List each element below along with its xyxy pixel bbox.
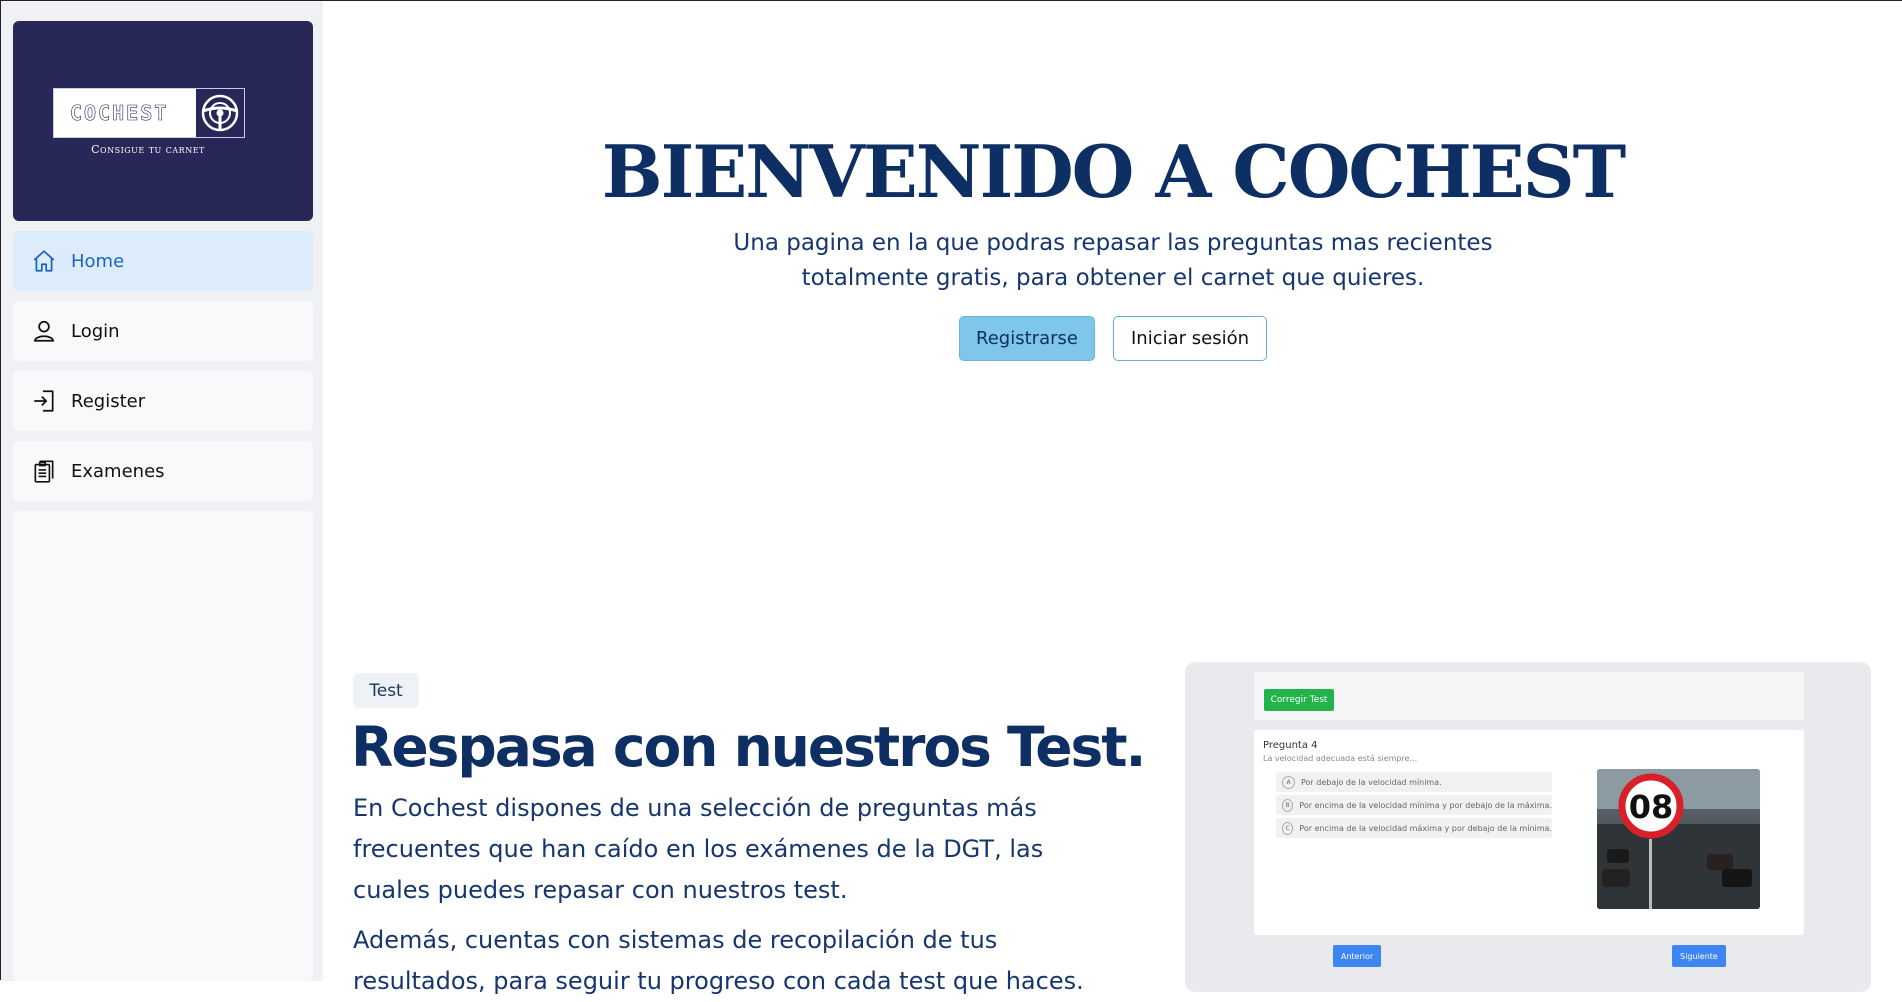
sign-in-icon <box>34 390 54 412</box>
answer-option: C Por encima de la velocidad máxima y po… <box>1276 818 1552 838</box>
sidebar-item-label: Login <box>71 320 120 342</box>
hero-subtitle-line: Una pagina en la que podras repasar las … <box>733 230 1493 256</box>
login-button[interactable]: Iniciar sesión <box>1113 316 1267 361</box>
section-paragraph: En Cochest dispones de una selección de … <box>353 788 1093 911</box>
option-letter: C <box>1282 821 1294 835</box>
sidebar-item-label: Examenes <box>71 460 165 482</box>
traffic-sign-photo: 08 <box>1597 769 1760 909</box>
section-paragraph: Además, cuentas con sistemas de recopila… <box>353 920 1093 1002</box>
home-icon <box>33 250 55 272</box>
test-preview-image: Corregir Test Pregunta 4 La velocidad ad… <box>1185 662 1871 992</box>
sidebar-item-login[interactable]: Login <box>13 301 313 361</box>
question-title: Pregunta 4 <box>1263 740 1318 751</box>
section-title: Respasa con nuestros Test. <box>351 715 1146 779</box>
sidebar-item-label: Register <box>71 390 146 412</box>
user-icon <box>33 320 55 342</box>
sidebar-empty-panel <box>13 511 313 981</box>
sidebar-item-home[interactable]: Home <box>13 231 313 291</box>
preview-toolbar: Corregir Test <box>1254 672 1804 720</box>
answer-option: B Por encima de la velocidad mínima y po… <box>1276 795 1552 815</box>
sidebar-item-label: Home <box>71 250 125 272</box>
answer-option: A Por debajo de la velocidad mínima. <box>1276 772 1552 792</box>
register-button[interactable]: Registrarse <box>959 316 1095 361</box>
correct-test-button: Corregir Test <box>1264 689 1334 711</box>
paragraph-line: En Cochest dispones de una selección de … <box>353 794 1037 822</box>
speed-sign-number: 08 <box>1629 788 1674 826</box>
paragraph-line: Además, cuentas con sistemas de recopila… <box>353 926 998 954</box>
question-text: La velocidad adecuada está siempre... <box>1263 754 1418 763</box>
section-badge: Test <box>353 673 419 708</box>
option-text: Por encima de la velocidad máxima y por … <box>1299 823 1552 833</box>
next-button: Siguiente <box>1672 945 1726 967</box>
logo-tagline: Consigue tu carnet <box>91 143 205 156</box>
page-title: BIENVENIDO A COCHEST <box>601 129 1626 214</box>
logo-card[interactable]: COCHEST Consigue tu carnet <box>13 21 313 221</box>
option-text: Por encima de la velocidad mínima y por … <box>1299 800 1552 810</box>
previous-button: Anterior <box>1333 945 1381 967</box>
preview-question-card: Pregunta 4 La velocidad adecuada está si… <box>1254 730 1804 935</box>
sidebar-item-register[interactable]: Register <box>13 371 313 431</box>
clipboard-icon <box>34 460 54 483</box>
logo-text: COCHEST <box>70 101 169 126</box>
option-letter: A <box>1282 775 1295 789</box>
paragraph-line: frecuentes que han caído en los exámenes… <box>353 835 1044 863</box>
paragraph-line: cuales puedes repasar con nuestros test. <box>353 876 848 904</box>
option-text: Por debajo de la velocidad mínima. <box>1301 777 1442 787</box>
paragraph-line: resultados, para seguir tu progreso con … <box>353 967 1084 995</box>
sidebar-item-examenes[interactable]: Examenes <box>13 441 313 501</box>
logo: COCHEST <box>53 88 245 138</box>
hero-subtitle-line: totalmente gratis, para obtener el carne… <box>801 265 1425 291</box>
steering-wheel-icon <box>196 89 244 137</box>
hero-subtitle: Una pagina en la que podras repasar las … <box>323 226 1902 296</box>
option-letter: B <box>1282 798 1294 812</box>
sidebar: COCHEST Consigue tu carnet Home Login Re… <box>1 1 323 981</box>
